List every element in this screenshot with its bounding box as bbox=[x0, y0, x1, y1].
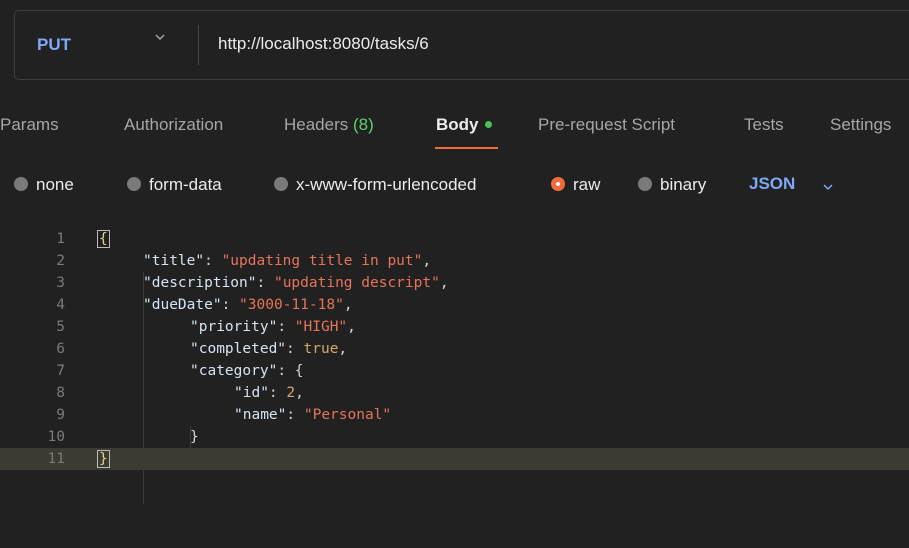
line-number: 3 bbox=[56, 275, 65, 291]
line-number: 6 bbox=[56, 341, 65, 357]
option-label: binary bbox=[660, 175, 707, 194]
json-value: "updating descript" bbox=[273, 275, 440, 291]
line-number: 7 bbox=[56, 363, 65, 379]
json-value: "updating title in put" bbox=[221, 253, 423, 269]
json-value: "HIGH" bbox=[294, 319, 348, 335]
option-label: raw bbox=[573, 175, 601, 194]
open-brace: { bbox=[294, 363, 304, 379]
code-line-active: 11 } bbox=[0, 448, 909, 470]
radio-selected-icon bbox=[551, 176, 565, 191]
request-tabs: Params Authorization Headers (8) Body Pr… bbox=[0, 101, 909, 161]
code-line: 3 "description": "updating descript", bbox=[0, 272, 909, 294]
line-number: 5 bbox=[56, 319, 65, 335]
line-number: 2 bbox=[56, 253, 65, 269]
tab-authorization[interactable]: Authorization bbox=[124, 115, 223, 135]
code-line: 10 } bbox=[0, 426, 909, 448]
json-value: "Personal" bbox=[303, 407, 392, 423]
code-line: 8 "id": 2, bbox=[0, 382, 909, 404]
radio-icon bbox=[638, 176, 652, 191]
tab-pre-request-script[interactable]: Pre-request Script bbox=[538, 115, 675, 135]
body-option-raw[interactable]: raw bbox=[551, 175, 600, 195]
chevron-down-icon[interactable] bbox=[821, 180, 835, 194]
line-number: 9 bbox=[56, 407, 65, 423]
request-url-bar: PUT http://localhost:8080/tasks/6 bbox=[14, 10, 909, 80]
json-value: true bbox=[303, 341, 339, 357]
option-label: x-www-form-urlencoded bbox=[296, 175, 477, 194]
tab-tests[interactable]: Tests bbox=[744, 115, 784, 135]
json-key: "id" bbox=[234, 385, 269, 401]
chevron-down-icon[interactable] bbox=[152, 29, 168, 45]
json-key: "priority" bbox=[190, 319, 278, 335]
body-indicator-dot bbox=[484, 121, 492, 129]
code-line: 4 "dueDate": "3000-11-18", bbox=[0, 294, 909, 316]
option-label: form-data bbox=[149, 175, 222, 194]
url-divider bbox=[198, 25, 199, 65]
code-line: 2 "title": "updating title in put", bbox=[0, 250, 909, 272]
json-value: "3000-11-18" bbox=[239, 297, 344, 313]
line-number: 4 bbox=[56, 297, 65, 313]
matched-bracket: { bbox=[97, 230, 110, 248]
json-key: "completed" bbox=[190, 341, 287, 357]
code-line: 6 "completed": true, bbox=[0, 338, 909, 360]
body-option-form-data[interactable]: form-data bbox=[127, 175, 222, 195]
tab-params[interactable]: Params bbox=[0, 115, 59, 135]
url-input[interactable]: http://localhost:8080/tasks/6 bbox=[218, 34, 429, 54]
json-key: "description" bbox=[143, 275, 257, 291]
json-key: "title" bbox=[143, 253, 205, 269]
json-key: "name" bbox=[234, 407, 287, 423]
tab-headers[interactable]: Headers (8) bbox=[284, 115, 374, 135]
line-number: 8 bbox=[56, 385, 65, 401]
tab-body-label: Body bbox=[436, 115, 479, 134]
body-option-binary[interactable]: binary bbox=[638, 175, 706, 195]
http-method-select[interactable]: PUT bbox=[37, 35, 71, 55]
radio-icon bbox=[127, 176, 141, 191]
tab-settings[interactable]: Settings bbox=[830, 115, 891, 135]
json-key: "category" bbox=[190, 363, 278, 379]
body-option-none[interactable]: none bbox=[14, 175, 74, 195]
code-line: 7 "category": { bbox=[0, 360, 909, 382]
line-number: 11 bbox=[47, 451, 65, 467]
option-label: none bbox=[36, 175, 74, 194]
body-format-select[interactable]: JSON bbox=[749, 174, 795, 194]
line-number: 10 bbox=[47, 429, 65, 445]
code-editor[interactable]: 1 { 2 "title": "updating title in put", … bbox=[0, 228, 909, 548]
active-tab-underline bbox=[435, 147, 498, 149]
tab-headers-label: Headers bbox=[284, 115, 349, 134]
close-brace: } bbox=[190, 429, 199, 445]
code-line: 1 { bbox=[0, 228, 909, 250]
tab-body[interactable]: Body bbox=[436, 115, 492, 135]
radio-icon bbox=[274, 176, 288, 191]
code-line: 5 "priority": "HIGH", bbox=[0, 316, 909, 338]
matched-bracket: } bbox=[97, 450, 110, 468]
radio-icon bbox=[14, 176, 28, 191]
line-number: 1 bbox=[56, 231, 65, 247]
body-option-urlencoded[interactable]: x-www-form-urlencoded bbox=[274, 175, 476, 195]
json-value: 2 bbox=[286, 385, 296, 401]
headers-count-badge: (8) bbox=[353, 115, 374, 134]
json-key: "dueDate" bbox=[143, 297, 222, 313]
code-line: 9 "name": "Personal" bbox=[0, 404, 909, 426]
